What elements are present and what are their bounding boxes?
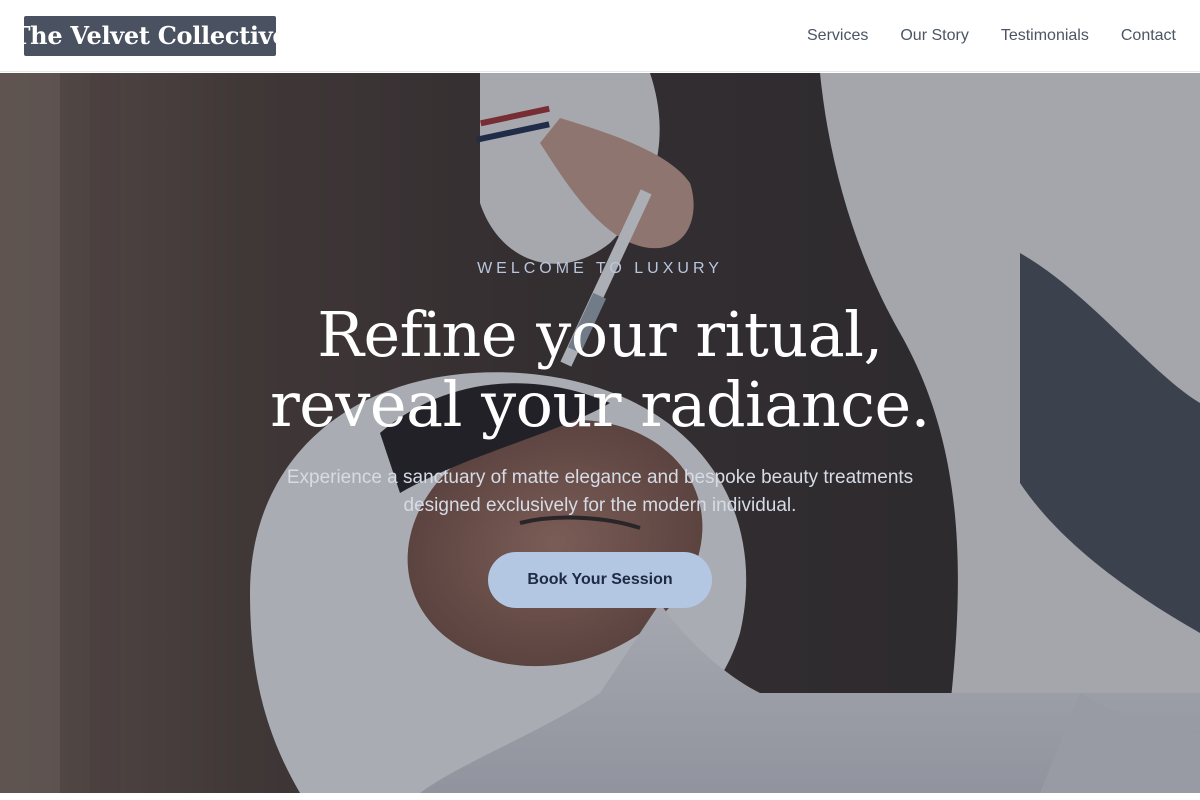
headline-line-1: Refine your ritual, — [317, 298, 883, 371]
page-bottom-strip — [0, 793, 1200, 800]
hero-content: WELCOME TO LUXURY Refine your ritual, re… — [0, 73, 1200, 793]
nav-link-our-story[interactable]: Our Story — [900, 27, 968, 45]
main-nav: Services Our Story Testimonials Contact — [807, 27, 1176, 45]
hero-headline: Refine your ritual, reveal your radiance… — [270, 300, 930, 440]
nav-link-testimonials[interactable]: Testimonials — [1001, 27, 1089, 45]
hero-eyebrow: WELCOME TO LUXURY — [477, 260, 723, 277]
headline-line-2: reveal your radiance. — [270, 368, 930, 441]
nav-link-services[interactable]: Services — [807, 27, 868, 45]
book-session-button[interactable]: Book Your Session — [488, 552, 712, 608]
site-header: The Velvet Collective Services Our Story… — [0, 0, 1200, 72]
hero-subtext: Experience a sanctuary of matte elegance… — [286, 467, 914, 516]
brand-logo[interactable]: The Velvet Collective — [24, 15, 276, 56]
hero-section: WELCOME TO LUXURY Refine your ritual, re… — [0, 73, 1200, 793]
nav-link-contact[interactable]: Contact — [1121, 27, 1176, 45]
